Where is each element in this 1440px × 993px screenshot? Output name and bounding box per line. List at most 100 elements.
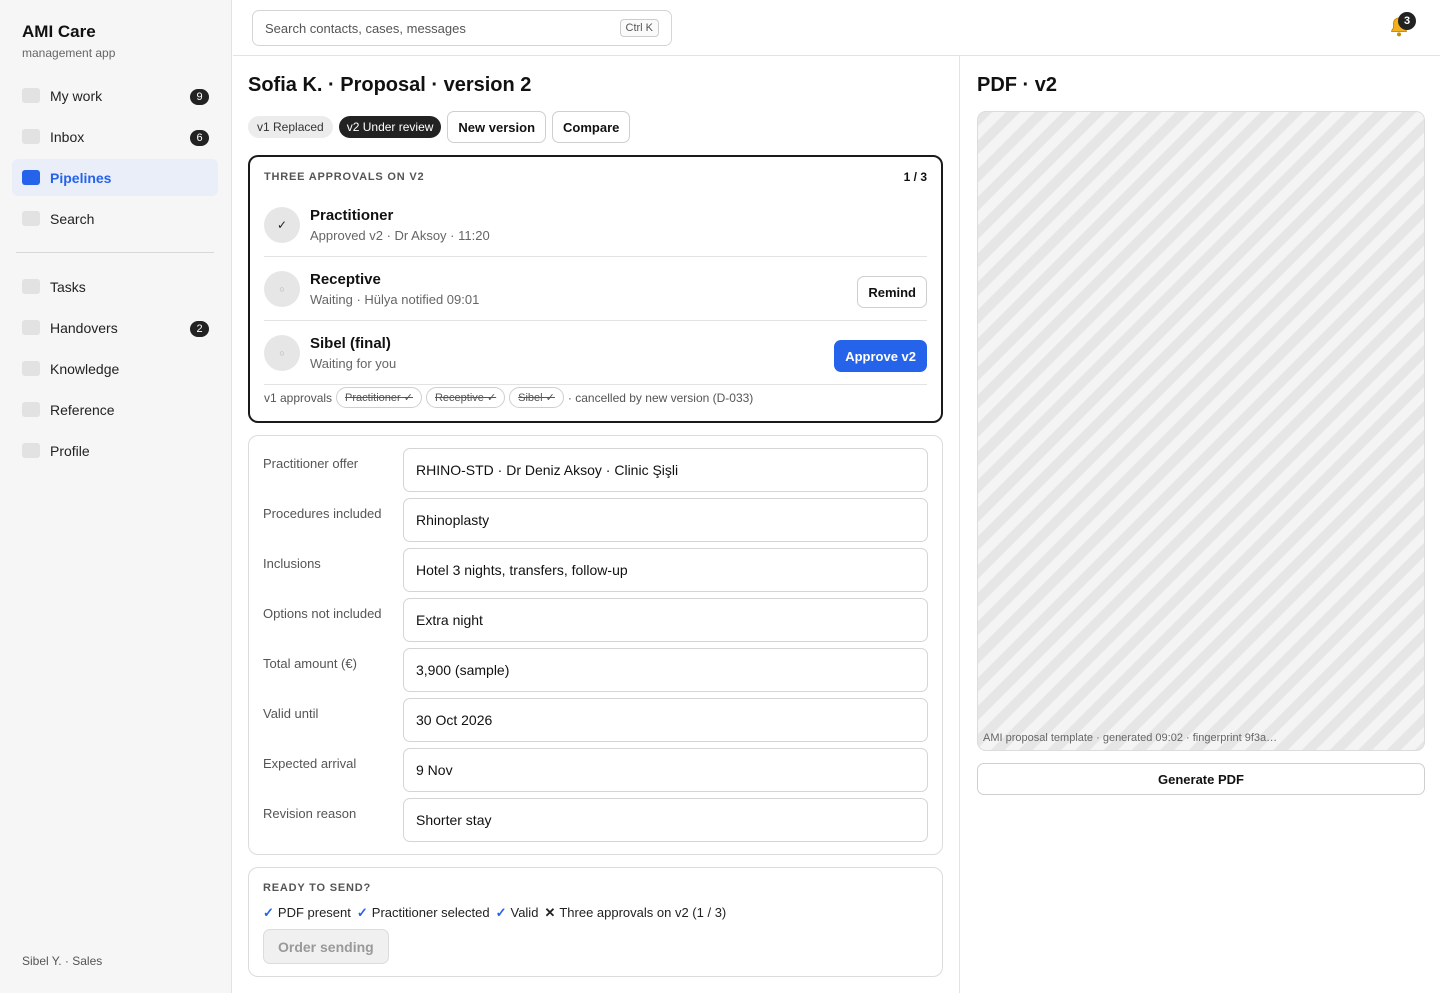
approval-row-sibel: ○ Sibel (final) Waiting for you Approve … — [264, 321, 927, 385]
inclusions-field[interactable] — [403, 548, 928, 592]
brand: AMI Care management app — [22, 22, 115, 60]
app-subtitle: management app — [22, 46, 116, 60]
check-icon: ✓ — [264, 207, 300, 243]
approve-v2-button[interactable]: Approve v2 — [834, 340, 927, 372]
profile-icon — [22, 443, 40, 458]
field-label: Practitioner offer — [263, 456, 359, 471]
version-chip-v2[interactable]: v2 Under review — [338, 116, 442, 138]
v1-approvals: v1 approvals Practitioner ✓ Receptive ✓ … — [264, 387, 753, 408]
cross-icon: ✕ — [544, 905, 556, 920]
search-input[interactable] — [253, 11, 593, 45]
field-label: Inclusions — [263, 556, 321, 571]
app-title: AMI Care — [22, 22, 96, 41]
sidebar-item-label: Pipelines — [50, 169, 112, 186]
v1-approvals-label: v1 approvals — [264, 390, 333, 405]
field-options: Options not included — [263, 598, 929, 642]
generate-pdf-button[interactable]: Generate PDF — [977, 763, 1425, 795]
v1-chip-receptive: Receptive ✓ — [425, 387, 506, 408]
procedures-field[interactable] — [403, 498, 928, 542]
sidebar-item-profile[interactable]: Profile — [12, 432, 218, 469]
check-icon: ✓ — [495, 905, 507, 920]
sidebar-item-inbox[interactable]: Inbox 6 — [12, 118, 218, 155]
count-badge: 9 — [190, 89, 209, 105]
sidebar: AMI Care management app My work 9 Inbox … — [0, 0, 232, 993]
approver-name: Practitioner — [310, 207, 394, 224]
expected-arrival-field[interactable] — [403, 748, 928, 792]
approver-status: Waiting for you — [310, 356, 397, 371]
revision-reason-field[interactable] — [403, 798, 928, 842]
v1-cancel-note: · cancelled by new version (D-033) — [567, 390, 754, 405]
knowledge-icon — [22, 361, 40, 376]
check-icon: ✓ — [263, 905, 274, 920]
sidebar-item-label: My work — [50, 87, 103, 104]
field-revision: Revision reason — [263, 798, 929, 842]
approvals-count: 1 / 3 — [903, 170, 927, 184]
approvals-heading: THREE APPROVALS ON V2 — [264, 171, 425, 183]
field-label: Valid until — [263, 706, 319, 721]
notification-badge: 3 — [1398, 12, 1416, 30]
sidebar-item-my-work[interactable]: My work 9 — [12, 77, 218, 114]
valid-until-field[interactable] — [403, 698, 928, 742]
search-shortcut: Ctrl K — [619, 19, 659, 37]
send-readiness-card: READY TO SEND? ✓ PDF present ✓ Practitione… — [248, 867, 943, 977]
pdf-preview[interactable]: AMI proposal template · generated 09:02 … — [977, 111, 1425, 751]
sidebar-item-label: Tasks — [50, 278, 86, 295]
sidebar-item-knowledge[interactable]: Knowledge — [12, 350, 218, 387]
search-nav-icon — [22, 211, 40, 226]
v1-chip-sibel: Sibel ✓ — [509, 387, 564, 408]
check-item: ✕ Three approvals on v2 (1 / 3) — [544, 905, 726, 921]
compare-button[interactable]: Compare — [552, 111, 631, 143]
pending-icon: ○ — [264, 335, 300, 371]
pipelines-icon — [22, 170, 40, 185]
sidebar-item-label: Knowledge — [50, 360, 120, 377]
reference-icon — [22, 402, 40, 417]
sidebar-item-search[interactable]: Search — [12, 200, 218, 237]
nav-divider — [16, 252, 214, 253]
handovers-icon — [22, 320, 40, 335]
field-label: Procedures included — [263, 506, 382, 521]
field-label: Revision reason — [263, 806, 357, 821]
check-text: Three approvals on v2 (1 / 3) — [559, 905, 727, 920]
field-label: Options not included — [263, 606, 382, 621]
check-item: ✓ PDF present — [263, 905, 351, 921]
total-amount-field[interactable] — [403, 648, 928, 692]
practitioner-offer-field[interactable] — [403, 448, 928, 492]
order-sending-button[interactable]: Order sending — [263, 929, 389, 964]
sidebar-item-handovers[interactable]: Handovers 2 — [12, 309, 218, 346]
sidebar-item-reference[interactable]: Reference — [12, 391, 218, 428]
field-inclusions: Inclusions — [263, 548, 929, 592]
sidebar-item-label: Handovers — [50, 319, 118, 336]
approver-status: Approved v2 · Dr Aksoy · 11:20 — [310, 228, 490, 243]
proposal-panel: Sofia K. · Proposal · version 2 v1 Repla… — [248, 56, 943, 993]
tasks-icon — [22, 279, 40, 294]
field-label: Total amount (€) — [263, 656, 357, 671]
pending-icon: ○ — [264, 271, 300, 307]
pdf-title: PDF · v2 — [977, 74, 1058, 96]
sidebar-item-tasks[interactable]: Tasks — [12, 268, 218, 305]
pdf-panel: PDF · v2 AMI proposal template · generat… — [959, 56, 1440, 993]
inbox-icon — [22, 129, 40, 144]
check-text: Practitioner selected — [371, 905, 490, 920]
check-item: ✓ Practitioner selected — [357, 905, 490, 921]
options-field[interactable] — [403, 598, 928, 642]
field-label: Expected arrival — [263, 756, 357, 771]
sidebar-item-pipelines[interactable]: Pipelines — [12, 159, 218, 196]
remind-button[interactable]: Remind — [857, 276, 927, 308]
check-text: Valid — [510, 905, 539, 920]
sidebar-item-label: Profile — [50, 442, 90, 459]
sidebar-item-label: Search — [50, 210, 95, 227]
sidebar-item-label: Reference — [50, 401, 115, 418]
check-item: ✓ Valid — [496, 905, 539, 921]
v1-chip-practitioner: Practitioner ✓ — [336, 387, 422, 408]
field-procedures: Procedures included — [263, 498, 929, 542]
version-chip-v1[interactable]: v1 Replaced — [248, 116, 333, 138]
count-badge: 6 — [190, 130, 209, 146]
count-badge: 2 — [190, 321, 209, 337]
send-heading: READY TO SEND? — [263, 882, 371, 894]
current-user: Sibel Y. · Sales — [22, 954, 103, 968]
search-box: Ctrl K — [252, 10, 672, 46]
sidebar-item-label: Inbox — [50, 128, 85, 145]
topbar: Ctrl K 3 — [233, 0, 1440, 56]
my-work-icon — [22, 88, 40, 103]
new-version-button[interactable]: New version — [447, 111, 547, 143]
